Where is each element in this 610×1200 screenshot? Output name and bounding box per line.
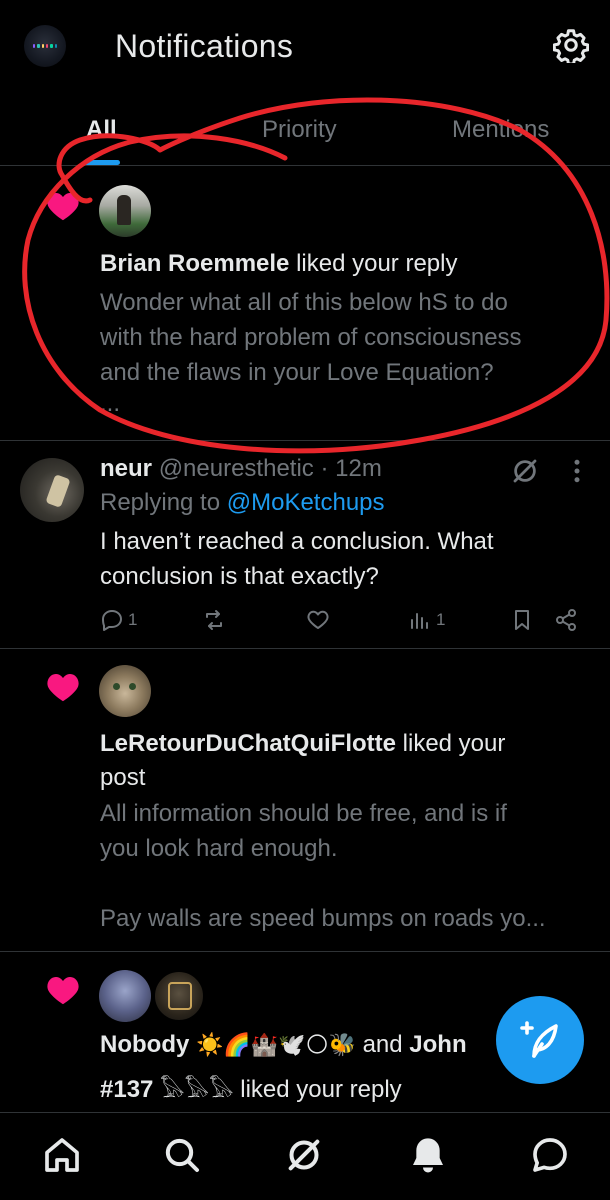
heart-outline-icon bbox=[307, 610, 329, 629]
notification-headline: Nobody ☀️🌈🏰🕊️🌕🐝 and John bbox=[100, 1028, 500, 1063]
tweet-actions: 1 1 bbox=[0, 604, 610, 640]
replying-to-user-link[interactable]: @MoKetchups bbox=[227, 489, 385, 516]
body-line: with the hard problem of consciousness bbox=[100, 324, 522, 351]
body-line: ... bbox=[100, 390, 121, 417]
reply-icon bbox=[102, 610, 122, 631]
notification-action: post bbox=[100, 764, 146, 791]
reply-button[interactable]: 1 bbox=[100, 608, 137, 632]
body-line: All information should be free, and is i… bbox=[100, 800, 507, 827]
gear-icon[interactable] bbox=[553, 27, 589, 63]
page-title: Notifications bbox=[115, 28, 294, 64]
grok-icon[interactable] bbox=[510, 456, 540, 486]
account-avatar[interactable] bbox=[24, 25, 66, 67]
grok-icon[interactable] bbox=[284, 1135, 324, 1175]
body-line: Wonder what all of this below hS to do bbox=[100, 289, 508, 316]
compose-post-button[interactable] bbox=[496, 996, 584, 1084]
body-line: and the flaws in your Love Equation? bbox=[100, 359, 494, 386]
views-count: 1 bbox=[436, 610, 446, 629]
body-line: Pay walls are speed bumps on roads yo... bbox=[100, 905, 546, 932]
avatar[interactable] bbox=[99, 185, 151, 237]
user-name[interactable]: Nobody bbox=[100, 1031, 189, 1058]
notification-body: All information should be free, and is i… bbox=[100, 796, 590, 936]
compose-feather-icon bbox=[520, 1021, 558, 1058]
notification-tabs: All Priority Mentions bbox=[0, 100, 610, 166]
views-icon bbox=[411, 613, 428, 629]
tab-mentions[interactable]: Mentions bbox=[452, 116, 549, 144]
heart-icon bbox=[47, 192, 79, 221]
bottom-navigation bbox=[0, 1112, 610, 1200]
messages-icon[interactable] bbox=[530, 1135, 570, 1175]
user-name[interactable]: #137 bbox=[100, 1076, 153, 1103]
active-tab-indicator bbox=[84, 160, 120, 165]
views-button[interactable]: 1 bbox=[408, 608, 445, 632]
notification-headline: Brian Roemmele liked your reply bbox=[100, 247, 457, 281]
tweet-header: neur @neuresthetic · 12m bbox=[100, 452, 382, 486]
home-icon[interactable] bbox=[42, 1135, 82, 1175]
retweet-icon bbox=[206, 610, 222, 630]
heart-icon bbox=[47, 976, 79, 1005]
notification-action: liked your reply bbox=[296, 250, 458, 277]
user-name-emojis: 𓅃𓅃𓅃 bbox=[160, 1078, 234, 1103]
more-options-icon[interactable] bbox=[570, 456, 584, 486]
avatar[interactable] bbox=[153, 970, 205, 1022]
body-line: you look hard enough. bbox=[100, 835, 338, 862]
avatar[interactable] bbox=[99, 665, 151, 717]
user-name-emojis: ☀️🌈🏰🕊️🌕🐝 bbox=[196, 1033, 356, 1058]
tweet-text-line: I haven’t reached a conclusion. What bbox=[100, 528, 494, 555]
notification-body: Wonder what all of this below hS to do w… bbox=[100, 285, 522, 418]
share-button[interactable] bbox=[554, 608, 578, 632]
user-name[interactable]: John bbox=[409, 1031, 466, 1058]
tweet-author-handle[interactable]: @neuresthetic bbox=[159, 455, 314, 482]
share-icon bbox=[556, 609, 576, 631]
tweet-time: · 12m bbox=[320, 455, 382, 482]
avatar[interactable] bbox=[20, 458, 84, 522]
notification-action: liked your reply bbox=[240, 1076, 402, 1103]
like-button[interactable] bbox=[306, 608, 330, 632]
replying-to: Replying to @MoKetchups bbox=[100, 486, 385, 520]
notification-item[interactable]: LeRetourDuChatQuiFlotte liked your post … bbox=[0, 649, 610, 952]
notification-connector: and bbox=[362, 1031, 403, 1058]
user-name[interactable]: LeRetourDuChatQuiFlotte bbox=[100, 730, 396, 757]
heart-icon bbox=[47, 673, 79, 702]
notification-headline: LeRetourDuChatQuiFlotte liked your post bbox=[100, 727, 580, 795]
notification-headline-line2: #137 𓅃𓅃𓅃 liked your reply bbox=[100, 1073, 402, 1108]
user-name[interactable]: Brian Roemmele bbox=[100, 250, 289, 277]
notification-action: liked your bbox=[402, 730, 506, 757]
body-line bbox=[100, 866, 590, 901]
replying-to-label: Replying to bbox=[100, 489, 221, 516]
search-icon[interactable] bbox=[162, 1135, 202, 1175]
bookmark-button[interactable] bbox=[510, 608, 534, 632]
reply-count: 1 bbox=[128, 610, 138, 629]
top-bar: Notifications bbox=[0, 0, 610, 92]
notification-item[interactable]: Brian Roemmele liked your reply Wonder w… bbox=[0, 166, 610, 441]
avatar[interactable] bbox=[99, 970, 151, 1022]
tweet-text: I haven’t reached a conclusion. What con… bbox=[100, 524, 580, 594]
tab-priority[interactable]: Priority bbox=[262, 116, 337, 144]
tweet-text-line: conclusion is that exactly? bbox=[100, 563, 379, 590]
notifications-bell-icon[interactable] bbox=[408, 1135, 448, 1175]
tab-all[interactable]: All bbox=[86, 116, 117, 144]
bookmark-icon bbox=[515, 610, 529, 630]
tweet-author-name[interactable]: neur bbox=[100, 455, 152, 482]
retweet-button[interactable] bbox=[202, 608, 226, 632]
